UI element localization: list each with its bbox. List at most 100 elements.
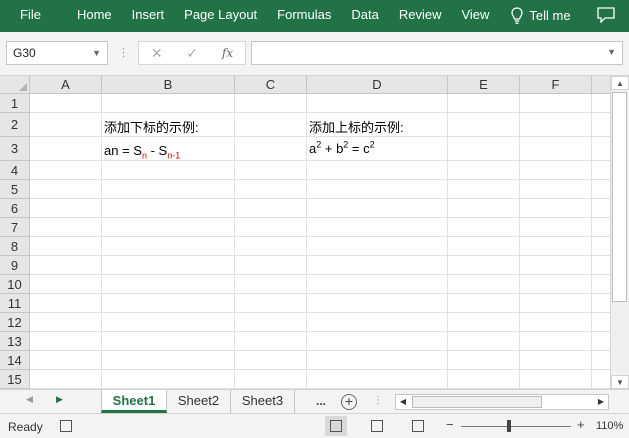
column-header-c[interactable]: C — [235, 76, 307, 94]
row-header-14[interactable]: 14 — [0, 351, 30, 370]
tab-file[interactable]: File — [0, 0, 69, 32]
scroll-up-icon[interactable]: ▲ — [611, 76, 629, 90]
select-all-corner[interactable] — [0, 76, 30, 94]
cell-b3[interactable]: an = Sn - Sn-1 — [104, 142, 180, 160]
cancel-icon[interactable]: ✕ — [151, 45, 163, 62]
cell-d3-superscript-3: 2 — [369, 139, 375, 150]
row-header-1[interactable]: 1 — [0, 94, 30, 113]
normal-view-button[interactable] — [325, 416, 347, 436]
row-header-6[interactable]: 6 — [0, 199, 30, 218]
gridline — [30, 136, 610, 137]
column-header-f[interactable]: F — [520, 76, 592, 94]
gridline — [30, 160, 610, 161]
gridline — [30, 331, 610, 332]
horizontal-scroll-thumb[interactable] — [412, 396, 542, 408]
scroll-right-icon[interactable]: ▶ — [594, 395, 608, 409]
drag-handle-icon[interactable]: ⋮ — [118, 46, 129, 59]
grid-view-icon — [330, 420, 342, 432]
gridline — [30, 255, 610, 256]
cell-b2[interactable]: 添加下标的示例: — [104, 119, 199, 137]
cell-d3[interactable]: a2 + b2 = c2 — [309, 140, 375, 158]
formula-input[interactable]: ▼ — [251, 41, 623, 65]
worksheet-grid[interactable]: A B C D E F 添加下标的示例: an = Sn - Sn-1 添加上标… — [0, 76, 629, 389]
column-header-e[interactable]: E — [448, 76, 520, 94]
insert-function-icon[interactable]: fx — [222, 46, 233, 60]
tab-review[interactable]: Review — [389, 0, 452, 32]
name-box[interactable]: G30 ▼ — [6, 41, 108, 65]
row-header-4[interactable]: 4 — [0, 161, 30, 180]
status-bar: Ready − + 110% — [0, 413, 629, 438]
ribbon-tab-bar: File Home Insert Page Layout Formulas Da… — [0, 0, 629, 32]
expand-formula-icon[interactable]: ▼ — [607, 47, 616, 57]
formula-buttons: ✕ ✓ fx — [138, 41, 246, 65]
sheet-tab-bar: ◀ ▶ Sheet1 Sheet2 Sheet3 ... + ⋮ ◀ ▶ — [0, 389, 629, 413]
scroll-down-icon[interactable]: ▼ — [611, 375, 629, 389]
gridline — [30, 217, 610, 218]
column-header-a[interactable]: A — [30, 76, 102, 94]
row-header-13[interactable]: 13 — [0, 332, 30, 351]
tab-page-layout[interactable]: Page Layout — [174, 0, 267, 32]
tab-view[interactable]: View — [451, 0, 499, 32]
gridline — [30, 236, 610, 237]
gridline — [306, 94, 307, 389]
zoom-level[interactable]: 110% — [596, 420, 623, 432]
horizontal-scrollbar[interactable]: ◀ ▶ — [395, 394, 609, 410]
gridline — [30, 293, 610, 294]
vertical-scrollbar[interactable]: ▲ ▼ — [610, 76, 629, 389]
page-layout-view-button[interactable] — [366, 416, 388, 436]
comment-icon[interactable] — [597, 7, 615, 23]
row-header-5[interactable]: 5 — [0, 180, 30, 199]
scroll-left-icon[interactable]: ◀ — [396, 395, 410, 409]
gridline — [101, 94, 102, 389]
previous-sheet-icon[interactable]: ◀ — [26, 394, 33, 405]
gridline — [30, 312, 610, 313]
zoom-slider-thumb[interactable] — [507, 420, 511, 432]
add-sheet-button[interactable]: + — [341, 394, 357, 410]
zoom-in-button[interactable]: + — [577, 417, 585, 432]
column-header-g-partial[interactable] — [592, 76, 612, 94]
gridline — [30, 369, 610, 370]
zoom-out-button[interactable]: − — [446, 417, 454, 432]
next-sheet-icon[interactable]: ▶ — [56, 394, 63, 405]
row-header-3[interactable]: 3 — [0, 137, 30, 161]
row-header-7[interactable]: 7 — [0, 218, 30, 237]
gridline — [30, 112, 610, 113]
column-header-b[interactable]: B — [102, 76, 235, 94]
row-header-10[interactable]: 10 — [0, 275, 30, 294]
gridline — [30, 274, 610, 275]
zoom-slider-track[interactable] — [461, 426, 571, 427]
column-header-d[interactable]: D — [307, 76, 448, 94]
sheet-tab-sheet1[interactable]: Sheet1 — [101, 390, 167, 413]
chevron-down-icon[interactable]: ▼ — [92, 42, 101, 64]
sheet-tab-sheet3[interactable]: Sheet3 — [231, 390, 295, 413]
row-header-12[interactable]: 12 — [0, 313, 30, 332]
row-header-15[interactable]: 15 — [0, 370, 30, 389]
tab-formulas[interactable]: Formulas — [267, 0, 341, 32]
tell-me-label: Tell me — [529, 8, 571, 23]
enter-icon[interactable]: ✓ — [186, 45, 198, 62]
gridline — [519, 94, 520, 389]
macro-recording-icon[interactable] — [60, 420, 72, 432]
name-box-value: G30 — [13, 46, 36, 60]
cell-d3-mid: + b — [321, 141, 344, 156]
cell-b3-base: an = S — [104, 143, 142, 158]
row-header-11[interactable]: 11 — [0, 294, 30, 313]
tab-data[interactable]: Data — [341, 0, 388, 32]
sheet-tab-sheet2[interactable]: Sheet2 — [167, 390, 231, 413]
page-break-icon — [412, 420, 424, 432]
gridline — [30, 198, 610, 199]
cell-d2[interactable]: 添加上标的示例: — [309, 119, 404, 137]
tell-me-box[interactable]: Tell me — [501, 0, 580, 32]
row-header-9[interactable]: 9 — [0, 256, 30, 275]
page-layout-icon — [371, 420, 383, 432]
page-break-preview-button[interactable] — [407, 416, 429, 436]
tab-insert[interactable]: Insert — [122, 0, 175, 32]
more-sheets-button[interactable]: ... — [316, 394, 326, 408]
gridline — [30, 179, 610, 180]
row-header-2[interactable]: 2 — [0, 113, 30, 137]
vertical-scroll-thumb[interactable] — [612, 92, 627, 302]
formula-bar: G30 ▼ ⋮ ✕ ✓ fx ▼ — [0, 32, 629, 76]
tab-split-handle-icon[interactable]: ⋮ — [373, 395, 383, 406]
tab-home[interactable]: Home — [69, 0, 122, 32]
row-header-8[interactable]: 8 — [0, 237, 30, 256]
